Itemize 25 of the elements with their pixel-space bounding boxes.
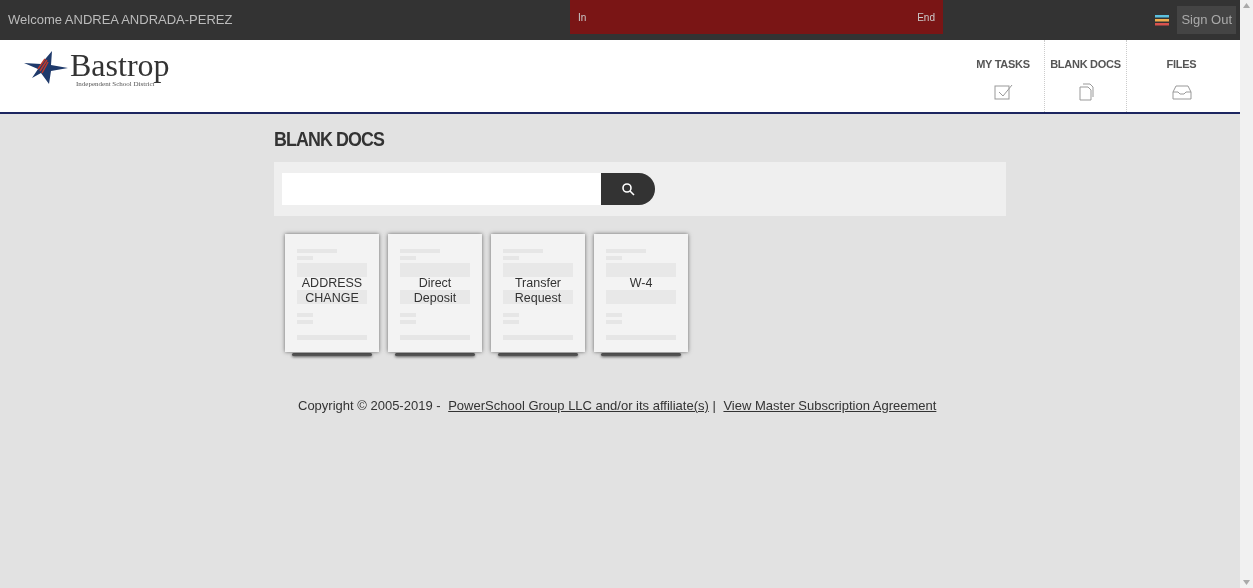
inbox-icon xyxy=(1170,82,1193,101)
menu-icon[interactable] xyxy=(1155,14,1170,26)
search-field[interactable] xyxy=(282,173,601,205)
scrollbar[interactable] xyxy=(1240,0,1253,588)
nav-tab[interactable]: BLANK DOCS xyxy=(1044,40,1126,112)
document-tile[interactable]: ADDRESS CHANGE xyxy=(285,234,379,352)
document-tile[interactable]: Direct Deposit xyxy=(388,234,482,352)
powerschool-link[interactable]: PowerSchool Group LLC and/or its affiliate(s) xyxy=(448,398,709,413)
welcome-text: Welcome ANDREA ANDRADA-PEREZ xyxy=(8,11,234,30)
search-icon xyxy=(621,182,635,196)
page-title: BLANK DOCS xyxy=(274,126,386,152)
star-logo-icon xyxy=(24,50,68,84)
nav-tab[interactable]: MY TASKS xyxy=(962,40,1044,112)
search-button[interactable] xyxy=(601,173,655,205)
footer-text: Copyright © 2005-2019 - PowerSchool Group LLC and/or its affiliate(s) | View Master Subscription Agreement xyxy=(297,397,938,415)
agreement-link[interactable]: View Master Subscription Agreement xyxy=(723,398,937,413)
scroll-down-icon[interactable] xyxy=(1243,580,1250,585)
sign-out-button[interactable]: Sign Out xyxy=(1177,6,1236,34)
scroll-up-icon[interactable] xyxy=(1243,3,1250,8)
nav-tab[interactable]: FILES xyxy=(1126,40,1236,112)
checkbox-icon xyxy=(992,82,1014,101)
banner-text: End xyxy=(917,10,935,25)
document-tile[interactable]: W-4 xyxy=(594,234,688,352)
document-tile[interactable]: Transfer Request xyxy=(491,234,585,352)
banner-text: In xyxy=(578,10,587,25)
